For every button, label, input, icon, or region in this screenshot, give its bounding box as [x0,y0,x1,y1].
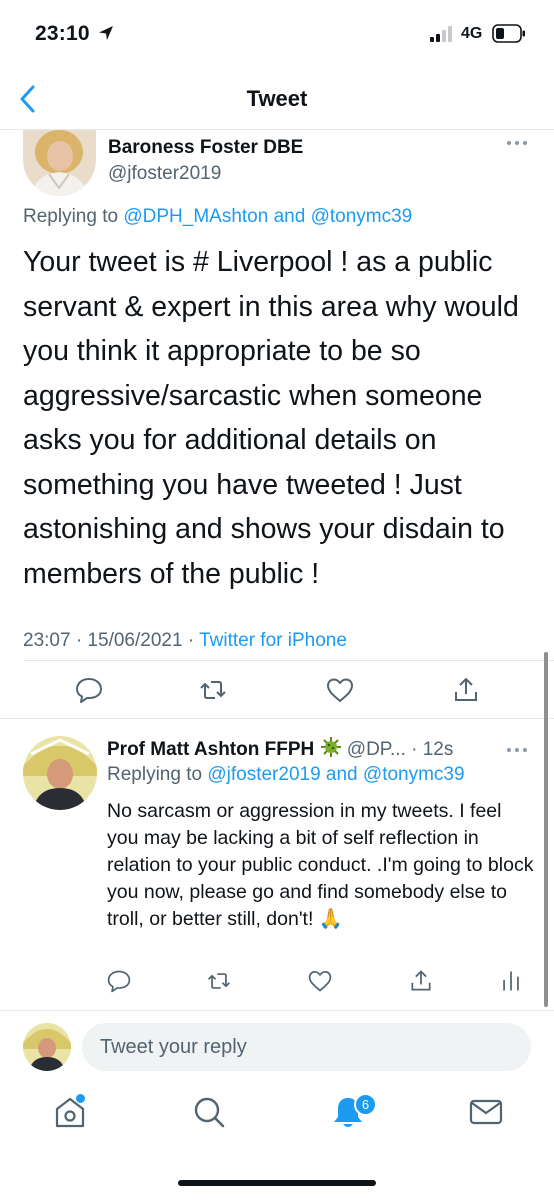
reply-icon[interactable] [74,675,104,705]
replying-and: and [268,206,311,227]
mention-link[interactable]: @DPH_MAshton [123,206,268,227]
author-avatar[interactable] [23,130,96,196]
author-handle[interactable]: @jfoster2019 [108,163,221,185]
mention-link[interactable]: @tonymc39 [311,206,413,227]
reply-compose-bar: Tweet your reply [0,1010,554,1082]
retweet-icon[interactable] [206,968,232,994]
reply-author-avatar[interactable] [23,736,97,810]
like-heart-icon[interactable] [307,968,333,994]
page-title: Tweet [246,86,308,111]
reply-input[interactable]: Tweet your reply [82,1023,531,1071]
divider [0,718,554,719]
reply-author-handle[interactable]: @DP... [347,739,406,760]
replying-to-line: Replying to @jfoster2019 and @tonymc39 [107,764,465,786]
reply-tweet[interactable]: Prof Matt Ashton FFPH @DP... · 12s Reply… [0,720,554,1010]
scrollbar[interactable] [544,652,548,1007]
main-tweet: Baroness Foster DBE @jfoster2019 Replyin… [0,130,554,718]
nav-bar: Tweet [0,70,554,130]
more-options-icon[interactable] [505,745,529,755]
network-type: 4G [461,25,483,42]
status-bar: 23:10 4G [0,0,554,70]
analytics-icon[interactable] [498,968,524,994]
replying-prefix: Replying to [107,764,208,785]
replying-and: and [320,764,363,785]
virus-emoji-icon [320,737,341,757]
reply-icon[interactable] [106,968,132,994]
reply-time: · 12s [405,739,454,760]
search-icon[interactable] [189,1092,229,1132]
signal-strength-icon [430,26,452,42]
tweet-actions [0,675,554,709]
reply-header: Prof Matt Ashton FFPH @DP... · 12s [107,736,537,760]
tweet-meta: 23:07 · 15/06/2021 · Twitter for iPhone [23,630,347,652]
replying-prefix: Replying to [23,206,124,227]
more-options-icon[interactable] [505,138,529,148]
tweet-text: Your tweet is # Liverpool ! as a public … [23,246,519,590]
tweet-timestamp: 23:07 · 15/06/2021 · [23,630,200,651]
reply-author-name[interactable]: Prof Matt Ashton FFPH [107,739,314,760]
notification-badge: 6 [354,1093,377,1116]
share-icon[interactable] [451,675,481,705]
location-arrow-icon [99,26,113,40]
home-indicator[interactable] [178,1180,376,1186]
mention-link[interactable]: @jfoster2019 [207,764,320,785]
like-heart-icon[interactable] [325,675,355,705]
replying-to-line: Replying to @DPH_MAshton and @tonymc39 [23,206,412,228]
mention-link[interactable]: @tonymc39 [363,764,465,785]
divider [23,660,554,661]
user-avatar[interactable] [23,1023,71,1071]
tweet-source-link[interactable]: Twitter for iPhone [199,630,347,651]
status-time: 23:10 [35,22,90,45]
home-new-dot [76,1094,85,1103]
share-icon[interactable] [408,968,434,994]
messages-mail-icon[interactable] [466,1092,506,1132]
reply-actions [0,968,554,998]
reply-text: No sarcasm or aggression in my tweets. I… [107,800,534,930]
author-name[interactable]: Baroness Foster DBE [108,137,303,159]
retweet-icon[interactable] [198,675,228,705]
battery-icon [492,24,525,43]
